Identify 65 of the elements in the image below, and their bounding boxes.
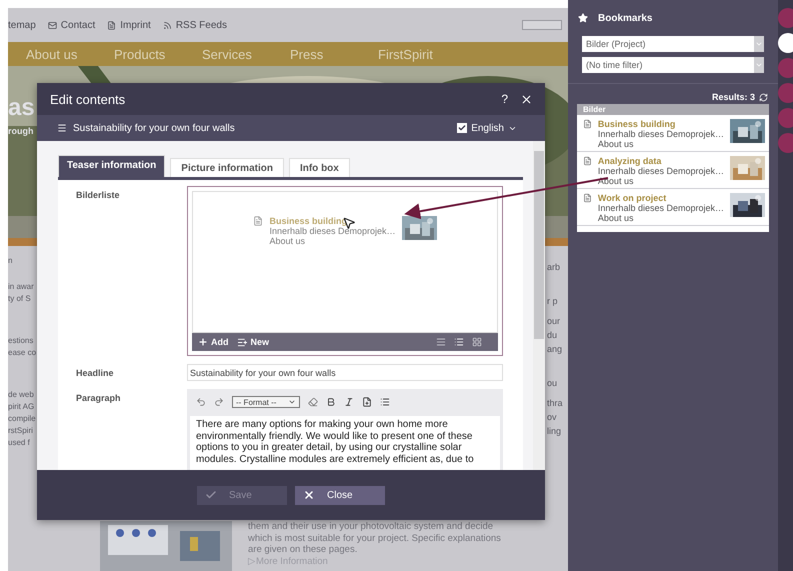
document-icon [107, 20, 116, 30]
page-text: thra [547, 398, 564, 408]
top-link[interactable]: temap [8, 20, 36, 30]
field-label: Headline [75, 367, 115, 380]
bookmark-item[interactable]: Business building Innerhalb dieses Demoprojek… About us [577, 115, 769, 152]
check-icon [205, 489, 217, 501]
page-text: compile [8, 414, 37, 423]
star-icon [578, 13, 588, 23]
dropdown-icon [755, 61, 763, 69]
page-text: estions [8, 336, 34, 345]
page-text: arb [547, 262, 562, 272]
search-field[interactable] [522, 20, 562, 30]
page-text: ling [547, 426, 562, 436]
dropdown-icon [755, 40, 763, 48]
top-link[interactable]: Imprint [120, 20, 151, 30]
results-count: Results: 3 [712, 92, 755, 102]
document-icon [583, 193, 592, 203]
list-view-icon[interactable] [436, 337, 446, 347]
bold-icon[interactable] [326, 397, 336, 407]
bullet-list-icon[interactable] [380, 397, 390, 407]
rss-icon [162, 20, 172, 30]
text-editor[interactable]: There are many options for making your own home more environmentally friendly. We would like to present one of these options to you in greater detail, by using our crystalline solar modules. Crystalline modules are extremely efficient as, due to [190, 416, 500, 470]
page-text: in awar [8, 282, 35, 291]
headline-field[interactable]: Sustainability for your own four walls [187, 364, 503, 381]
panel-title: Bookmarks [598, 12, 652, 24]
group-header: Bilder [577, 104, 769, 115]
page-text: our [547, 316, 562, 326]
insert-icon[interactable] [362, 397, 372, 407]
caret-icon [288, 398, 296, 406]
page-text: r p [547, 296, 559, 306]
teaser-paragraph: them and their use in your photovoltaic system and decide which is most suitable for your project. Specific explanations are given on these pages. [248, 521, 501, 556]
new-list-icon [236, 336, 248, 348]
new-button[interactable]: New [236, 336, 270, 348]
page-text: ang [547, 344, 564, 354]
page-text: rstSpiri [8, 426, 34, 435]
page-text: n [8, 256, 14, 265]
field-label: Paragraph [75, 392, 122, 405]
eraser-icon[interactable] [308, 397, 318, 407]
detail-view-icon[interactable] [454, 337, 464, 347]
document-icon [583, 156, 592, 166]
page-text: ease co [8, 348, 37, 357]
top-link[interactable]: Contact [60, 20, 96, 30]
page-text: ov [547, 412, 558, 422]
close-button[interactable]: Close [295, 486, 385, 504]
close-icon [303, 489, 315, 501]
refresh-icon[interactable] [759, 92, 768, 102]
page-text: ty of S [8, 294, 32, 303]
italic-icon[interactable] [344, 397, 354, 407]
filter-dropdown[interactable]: (No time filter) [582, 57, 764, 73]
page-text: du [547, 330, 558, 340]
top-link[interactable]: RSS Feeds [176, 20, 227, 30]
add-button[interactable]: Add [198, 337, 228, 347]
page-text: ou [547, 378, 558, 388]
page-text: used f [8, 438, 31, 447]
page-text: pirit AG [8, 402, 36, 411]
mail-icon [48, 20, 57, 30]
redo-icon[interactable] [214, 397, 224, 407]
document-icon [583, 119, 592, 129]
format-dropdown[interactable]: -- Format -- [232, 396, 300, 408]
undo-icon[interactable] [196, 397, 206, 407]
page-text: de web [8, 390, 35, 399]
filter-dropdown[interactable]: Bilder (Project) [582, 36, 764, 52]
plus-icon [198, 337, 208, 347]
bookmark-item[interactable]: Work on project Innerhalb dieses Demoprojek… About us [577, 189, 769, 226]
grid-view-icon[interactable] [472, 337, 482, 347]
